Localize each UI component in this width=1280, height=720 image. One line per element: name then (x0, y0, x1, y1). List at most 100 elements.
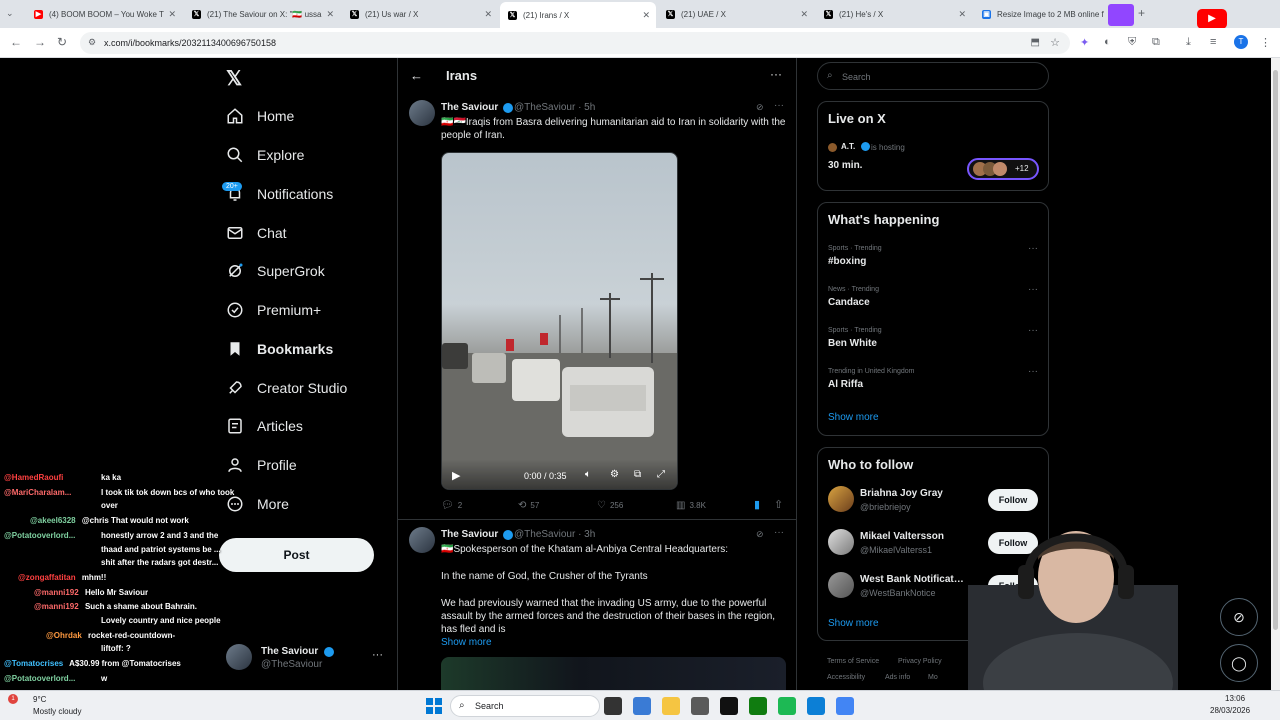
play-icon[interactable]: ▶ (452, 469, 460, 482)
task-view-icon[interactable] (604, 697, 622, 715)
more-icon[interactable]: ··· (774, 100, 784, 111)
app-icon[interactable] (691, 697, 709, 715)
taskbar-search[interactable]: ⌕ Search (450, 695, 600, 717)
more-icon[interactable]: ··· (770, 67, 782, 81)
post-button[interactable]: Post (219, 538, 374, 572)
live-host-name[interactable]: A.T. (841, 142, 855, 151)
x-app-icon[interactable] (720, 697, 738, 715)
views-button[interactable]: ▥ 3.8K (676, 500, 706, 511)
avatar[interactable] (828, 572, 854, 598)
edge-icon[interactable] (807, 697, 825, 715)
grok-button[interactable]: ⊘ (1220, 598, 1258, 636)
tweet-author-handle[interactable]: @TheSaviour · 5h (514, 102, 595, 113)
sidebar-item-articles[interactable]: Articles (226, 412, 303, 440)
site-info-icon[interactable]: ⚙ (88, 37, 96, 48)
shield-icon[interactable]: ⛨ (1128, 36, 1136, 49)
reply-button[interactable]: 💬︎ 2 (441, 500, 462, 511)
scrollbar-thumb[interactable] (1273, 70, 1278, 630)
copilot-icon[interactable] (633, 697, 651, 715)
tab-irans[interactable]: 𝕏 (21) Irans / X ✕ (500, 2, 656, 28)
reload-icon[interactable]: ↻ (57, 35, 67, 49)
more-icon[interactable]: ··· (1028, 366, 1038, 377)
footer-link[interactable]: Accessibility (827, 674, 865, 681)
share-icon[interactable]: ⇧ (774, 498, 783, 511)
search-input[interactable]: ⌕ Search (817, 62, 1049, 90)
tweet[interactable]: The Saviour @TheSaviour · 3h ⊘ ··· 🇮🇷Spo… (398, 521, 796, 690)
tab-saviour[interactable]: 𝕏 (21) The Saviour on X: "🇮🇷 ussa ✕ (184, 4, 340, 24)
like-button[interactable]: ♡ 256 (597, 500, 623, 511)
show-more-link[interactable]: Show more (828, 412, 879, 423)
sidebar-item-supergrok[interactable]: SuperGrok (226, 257, 325, 285)
repost-button[interactable]: ⟲ 57 (518, 500, 539, 511)
extension-icon[interactable]: ✦ (1080, 36, 1089, 49)
show-more-link[interactable]: Show more (441, 637, 492, 648)
tweet[interactable]: The Saviour @TheSaviour · 5h ⊘ ··· 🇮🇷🇮🇶I… (398, 94, 796, 520)
tweet-author-handle[interactable]: @TheSaviour · 3h (514, 529, 595, 540)
volume-icon[interactable]: 🔈︎ (585, 469, 591, 480)
tab-uae[interactable]: 𝕏 (21) UAE / X ✕ (658, 4, 814, 24)
new-tab-button[interactable]: + (1138, 6, 1145, 20)
close-icon[interactable]: ✕ (642, 10, 650, 21)
extension-icon[interactable]: ◐ (1104, 36, 1111, 48)
profile-avatar[interactable]: T (1234, 35, 1248, 49)
sidebar-item-chat[interactable]: Chat (226, 219, 287, 247)
back-icon[interactable]: ← (10, 35, 22, 49)
tab-us-war[interactable]: 𝕏 (21) Us war / X ✕ (342, 4, 498, 24)
star-icon[interactable]: ☆ (1050, 36, 1060, 49)
show-more-link[interactable]: Show more (828, 618, 879, 629)
tab-resize-image[interactable]: ▣ Resize Image to 2 MB online f (974, 4, 1124, 24)
more-icon[interactable]: ··· (1028, 325, 1038, 336)
close-icon[interactable]: ✕ (326, 9, 334, 20)
chrome-icon[interactable] (836, 697, 854, 715)
reading-list-icon[interactable]: ≡ (1210, 36, 1216, 48)
close-icon[interactable]: ✕ (168, 9, 176, 20)
sidebar-item-home[interactable]: Home (226, 102, 294, 130)
fullscreen-icon[interactable]: ⤢ (657, 469, 665, 480)
suggestion-name[interactable]: West Bank Notificat… (860, 574, 964, 585)
footer-link[interactable]: Ads info (885, 674, 910, 681)
close-icon[interactable]: ✕ (800, 9, 808, 20)
pip-icon[interactable]: ⧉ (634, 469, 641, 480)
suggestion-name[interactable]: Mikael Valtersson (860, 531, 944, 542)
avatar[interactable] (409, 100, 435, 126)
sidebar-item-explore[interactable]: Explore (226, 141, 304, 169)
live-listeners-button[interactable]: +12 (967, 158, 1039, 180)
grok-icon[interactable]: ⊘ (756, 102, 764, 113)
windows-start-icon[interactable] (425, 697, 443, 715)
sidebar-item-notifications[interactable]: Notifications (226, 180, 333, 208)
settings-icon[interactable]: ⚙ (610, 469, 619, 480)
messages-button[interactable]: ◯ (1220, 644, 1258, 682)
more-icon[interactable]: ··· (774, 527, 784, 538)
sidebar-item-creator-studio[interactable]: Creator Studio (226, 374, 347, 402)
tab-hes[interactable]: 𝕏 (21) He's / X ✕ (816, 4, 972, 24)
footer-link[interactable]: Terms of Service (827, 658, 879, 665)
app-icon[interactable] (778, 697, 796, 715)
install-icon[interactable]: ⬒ (1031, 37, 1040, 48)
bookmark-icon[interactable]: ▮ (754, 498, 760, 511)
x-logo-icon[interactable]: 𝕏 (226, 66, 242, 91)
more-icon[interactable]: ··· (1028, 284, 1038, 295)
scrollbar[interactable] (1271, 58, 1280, 690)
xbox-icon[interactable] (749, 697, 767, 715)
tab-youtube[interactable]: ▶ (4) BOOM BOOM – You Woke T ✕ (26, 4, 182, 24)
sidebar-item-profile[interactable]: Profile (226, 451, 297, 479)
file-explorer-icon[interactable] (662, 697, 680, 715)
footer-link[interactable]: Privacy Policy (898, 658, 942, 665)
tweet-author-name[interactable]: The Saviour (441, 102, 498, 113)
avatar[interactable] (828, 486, 854, 512)
close-icon[interactable]: ✕ (484, 9, 492, 20)
footer-link[interactable]: Mo (928, 674, 938, 681)
tweet-media[interactable] (441, 657, 786, 690)
puzzle-icon[interactable]: ⧉ (1152, 36, 1160, 49)
forward-icon[interactable]: → (34, 35, 46, 49)
sidebar-item-premium[interactable]: Premium+ (226, 296, 321, 324)
sidebar-item-bookmarks[interactable]: Bookmarks (226, 335, 333, 363)
close-icon[interactable]: ✕ (958, 9, 966, 20)
back-arrow-icon[interactable]: ← (410, 68, 423, 83)
more-icon[interactable]: ··· (1028, 243, 1038, 254)
suggestion-name[interactable]: Briahna Joy Gray (860, 488, 943, 499)
avatar[interactable] (828, 529, 854, 555)
tweet-author-name[interactable]: The Saviour (441, 529, 498, 540)
menu-icon[interactable]: ⋮ (1260, 36, 1271, 49)
video-player[interactable]: ▶ 0:00 / 0:35 🔈︎ ⚙ ⧉ ⤢ (441, 152, 678, 490)
